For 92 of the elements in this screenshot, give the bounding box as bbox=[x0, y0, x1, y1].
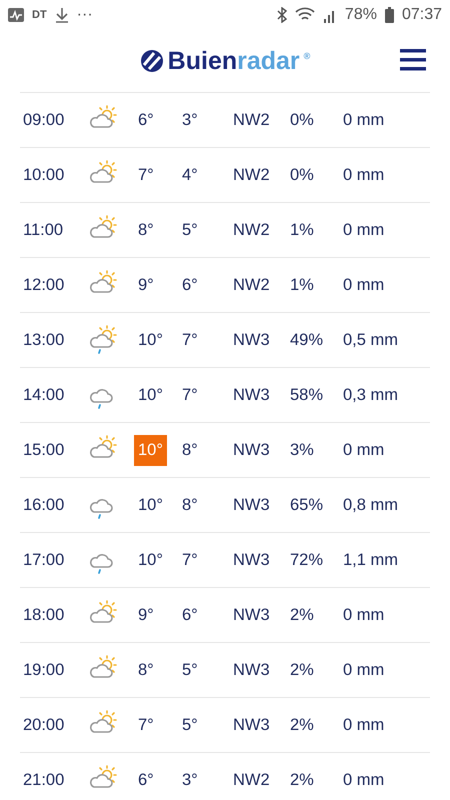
wind-text: NW3 bbox=[233, 330, 271, 350]
rain-amount-text: 0 mm bbox=[343, 716, 386, 734]
wind-text: NW2 bbox=[233, 276, 271, 294]
rain-amount-text: 0,5 mm bbox=[343, 330, 400, 350]
status-text: DT bbox=[32, 9, 47, 21]
rain-amount-text: 0 mm bbox=[343, 660, 386, 680]
rain-amount-text: 0 mm bbox=[343, 220, 386, 240]
rain-chance-text: 65% bbox=[290, 496, 324, 514]
hour-text: 12:00 bbox=[23, 276, 66, 294]
hour-text: 17:00 bbox=[23, 550, 66, 570]
rain-chance-text: 2% bbox=[290, 770, 315, 790]
rain-chance-text: 3% bbox=[290, 440, 315, 460]
temperature-text: 9° bbox=[137, 604, 155, 626]
menu-button[interactable] bbox=[400, 48, 426, 72]
battery-icon bbox=[384, 7, 394, 23]
rain-chance-text: 58% bbox=[290, 386, 324, 404]
temperature-text: 10° bbox=[134, 434, 167, 466]
feels-like-text: 7° bbox=[182, 330, 199, 350]
feels-like-text: 7° bbox=[182, 550, 199, 570]
rain-amount-text: 0 mm bbox=[343, 440, 386, 460]
feels-like-text: 3° bbox=[182, 110, 199, 130]
rain-amount-text: 0 mm bbox=[343, 166, 386, 184]
wind-text: NW2 bbox=[233, 220, 271, 240]
bluetooth-icon bbox=[276, 7, 287, 23]
feels-like-text: 4° bbox=[182, 166, 199, 184]
activity-icon bbox=[8, 8, 24, 22]
temperature-text: 10° bbox=[137, 494, 164, 516]
more-notifications-text: ··· bbox=[76, 6, 93, 24]
hour-text: 16:00 bbox=[23, 496, 66, 514]
temperature-text: 10° bbox=[137, 550, 164, 570]
temperature-text: 10° bbox=[137, 384, 164, 406]
clock-time: 07:37 bbox=[402, 6, 442, 24]
feels-like-text: 5° bbox=[182, 716, 199, 734]
wind-text: NW3 bbox=[233, 606, 271, 624]
feels-like-text: 6° bbox=[182, 606, 199, 624]
battery-percentage: 78% bbox=[344, 6, 377, 24]
rain-chance-text: 1% bbox=[290, 220, 315, 240]
rain-amount-text: 0 mm bbox=[343, 770, 386, 790]
feels-like-text: 5° bbox=[182, 660, 199, 680]
rain-amount-text: 1,1 mm bbox=[343, 550, 400, 570]
temperature-text: 8° bbox=[137, 660, 155, 680]
hour-text: 18:00 bbox=[23, 606, 66, 624]
wind-text: NW2 bbox=[233, 166, 271, 184]
sun-cloud-rain-icon bbox=[88, 325, 118, 355]
temperature-text: 9° bbox=[137, 274, 155, 296]
hour-text: 19:00 bbox=[23, 660, 66, 680]
hour-text: 11:00 bbox=[23, 220, 64, 240]
temperature-text: 6° bbox=[137, 770, 155, 790]
rain-chance-text: 0% bbox=[290, 166, 315, 184]
feels-like-text: 5° bbox=[182, 220, 199, 240]
temperature-text: 7° bbox=[137, 164, 155, 186]
temperature-text: 8° bbox=[137, 220, 155, 240]
feels-like-text: 8° bbox=[182, 496, 199, 514]
rain-chance-text: 2% bbox=[290, 716, 315, 734]
wind-text: NW2 bbox=[233, 770, 271, 790]
temperature-text: 6° bbox=[137, 110, 155, 130]
hour-text: 14:00 bbox=[23, 386, 66, 404]
temperature-text: 7° bbox=[137, 714, 155, 736]
wind-text: NW3 bbox=[233, 550, 271, 570]
wind-text: NW2 bbox=[233, 110, 271, 130]
rain-chance-text: 72% bbox=[290, 550, 324, 570]
wind-text: NW3 bbox=[233, 716, 271, 734]
temperature-text: 10° bbox=[137, 330, 164, 350]
rain-chance-text: 1% bbox=[290, 276, 315, 294]
logo-icon bbox=[140, 49, 164, 73]
hour-text: 20:00 bbox=[23, 716, 66, 734]
rain-chance-text: 2% bbox=[290, 660, 315, 680]
rain-chance-text: 2% bbox=[290, 606, 315, 624]
rain-amount-text: 0 mm bbox=[343, 110, 386, 130]
wind-text: NW3 bbox=[233, 496, 271, 514]
download-icon bbox=[54, 7, 69, 23]
wind-text: NW3 bbox=[233, 440, 271, 460]
rain-amount-text: 0,3 mm bbox=[343, 386, 400, 404]
hour-text: 10:00 bbox=[23, 166, 66, 184]
registered-mark: ® bbox=[304, 50, 310, 60]
logo-text: radar bbox=[237, 46, 300, 76]
rain-chance-text: 49% bbox=[290, 330, 324, 350]
wind-text: NW3 bbox=[233, 660, 271, 680]
wind-text: NW3 bbox=[233, 386, 271, 404]
logo-text: Buien bbox=[168, 46, 238, 76]
hour-text: 21:00 bbox=[23, 770, 66, 790]
hour-text: 13:00 bbox=[23, 330, 66, 350]
rain-amount-text: 0 mm bbox=[343, 606, 386, 624]
rain-amount-text: 0,8 mm bbox=[343, 496, 400, 514]
feels-like-text: 8° bbox=[182, 440, 199, 460]
hour-text: 09:00 bbox=[23, 110, 66, 130]
rain-chance-text: 0% bbox=[290, 110, 315, 130]
rain-amount-text: 0 mm bbox=[343, 276, 386, 294]
feels-like-text: 7° bbox=[182, 386, 199, 404]
hour-text: 15:00 bbox=[23, 440, 66, 460]
feels-like-text: 3° bbox=[182, 770, 199, 790]
feels-like-text: 6° bbox=[182, 276, 199, 294]
